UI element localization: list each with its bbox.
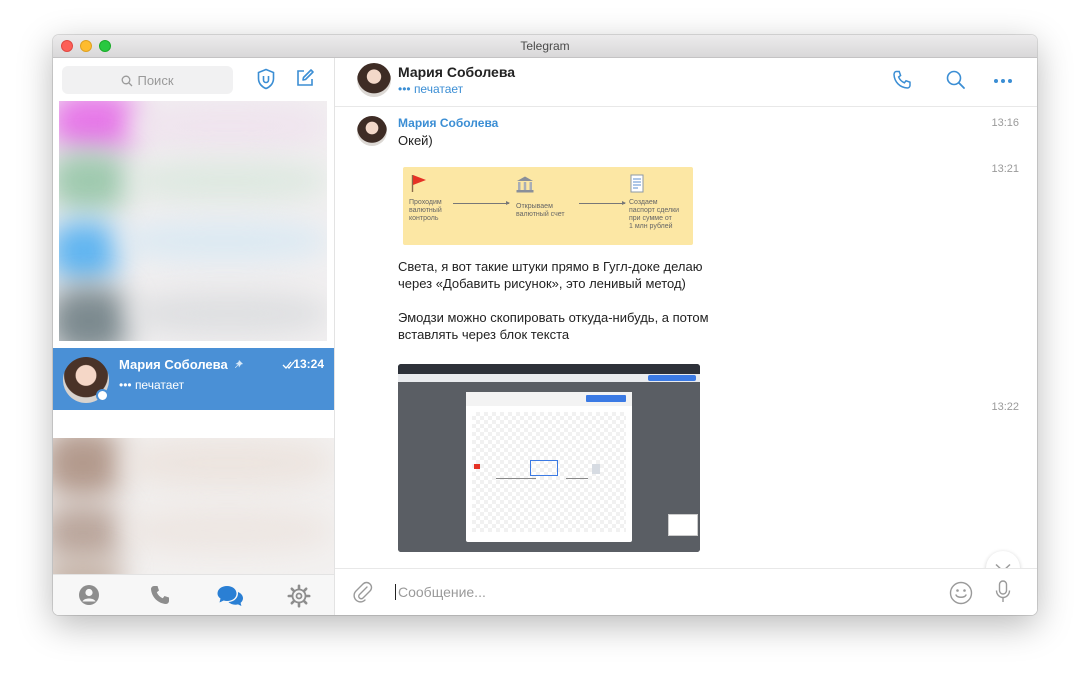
flowchart-image[interactable]: Проходим валютный контроль Открываем вал… — [403, 167, 693, 245]
blurred-chat-list-lower — [53, 438, 334, 593]
typing-status: ••• печатает — [398, 82, 464, 96]
title-bar: Telegram — [53, 35, 1037, 58]
search-icon — [122, 75, 133, 87]
message-time: 13:21 — [991, 163, 1019, 175]
online-indicator — [96, 389, 109, 402]
shield-icon[interactable] — [256, 68, 276, 90]
calls-icon[interactable] — [149, 584, 171, 606]
search-input[interactable]: Поиск — [62, 66, 233, 94]
phone-call-icon[interactable] — [891, 69, 913, 91]
settings-gear-icon[interactable] — [287, 584, 311, 608]
image-drawing-dialog — [466, 392, 632, 542]
chat-header: Мария Соболева ••• печатает — [335, 58, 1037, 107]
contacts-icon[interactable] — [78, 584, 100, 606]
message-input[interactable]: Сообщение... — [395, 584, 486, 600]
image-thumbnail — [668, 514, 698, 536]
chat-panel: Мария Соболева ••• печатает Мария Соболе… — [335, 58, 1037, 615]
flag-icon — [411, 175, 426, 192]
message-sender[interactable]: Мария Соболева — [398, 116, 498, 130]
microphone-icon[interactable] — [995, 580, 1011, 604]
bank-icon — [516, 176, 534, 193]
flowchart-step-2: Открываем валютный счет — [516, 203, 565, 218]
avatar — [63, 357, 109, 403]
message-text: Света, я вот такие штуки прямо в Гугл-до… — [398, 259, 709, 342]
message-time: 13:16 — [991, 117, 1019, 129]
flowchart-step-3: Создаем паспорт сделки при сумме от 1 мл… — [629, 199, 680, 230]
chat-title[interactable]: Мария Соболева — [398, 64, 515, 80]
chats-icon[interactable] — [216, 584, 244, 608]
chat-item-maria-soboleva[interactable]: Мария Соболева 13:24 ••• печатает — [53, 348, 334, 410]
avatar[interactable] — [357, 63, 391, 97]
message-time: 13:22 — [991, 401, 1019, 413]
sidebar: Поиск Мария Соболева 13:24 ••• печатает — [53, 58, 335, 615]
document-icon — [630, 174, 644, 193]
screenshot-image[interactable] — [398, 364, 700, 552]
pin-icon — [235, 360, 243, 368]
more-options-icon[interactable] — [993, 78, 1013, 84]
message-text: Окей) — [398, 133, 433, 148]
flowchart-arrow — [453, 201, 510, 205]
search-icon[interactable] — [945, 69, 967, 91]
blurred-chat-list — [59, 101, 327, 341]
attach-paperclip-icon[interactable] — [353, 581, 373, 603]
flowchart-step-1: Проходим валютный контроль — [409, 199, 442, 222]
emoji-icon[interactable] — [949, 581, 973, 605]
message-composer: Сообщение... — [335, 568, 1037, 615]
chat-item-status: ••• печатает — [119, 378, 185, 392]
bottom-nav — [53, 574, 334, 615]
image-share-button — [648, 375, 696, 381]
search-placeholder: Поиск — [137, 73, 174, 88]
image-browser-tabs — [398, 364, 700, 374]
compose-icon[interactable] — [295, 68, 315, 88]
window-title: Telegram — [520, 39, 570, 53]
telegram-window: Telegram Поиск Мария Соболева 13:24 ••• … — [53, 35, 1037, 615]
flowchart-arrow — [579, 201, 626, 205]
avatar[interactable] — [357, 116, 387, 146]
chat-item-name: Мария Соболева — [119, 357, 228, 372]
chat-item-time: 13:24 — [293, 357, 324, 371]
